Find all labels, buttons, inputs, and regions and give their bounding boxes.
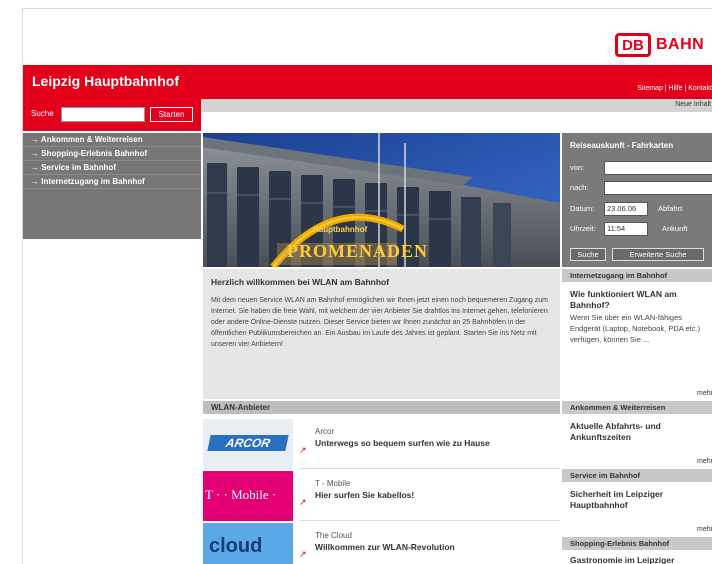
the-cloud-logo: cloud (203, 523, 293, 564)
nav-item-service[interactable]: → Service im Bahnhof (23, 161, 201, 175)
internet-title[interactable]: Wie funktioniert WLAN am Bahnhof? (570, 289, 705, 311)
provider-tagline[interactable]: Willkommen zur WLAN-Revolution (315, 542, 455, 552)
nav-item-internet[interactable]: → Internetzugang im Bahnhof (23, 175, 201, 189)
search-input[interactable] (61, 107, 145, 122)
sub-navigation-bar: Neue Inhalt (201, 99, 712, 112)
service-title[interactable]: Sicherheit im Leipziger Hauptbahnhof (570, 489, 705, 511)
arrive-label[interactable]: Ankunft (662, 224, 687, 233)
arrival-heading: Ankommen & Weiterreisen (562, 401, 712, 414)
browser-page: DB BAHN Leipzig Hauptbahnhof Sitemap | H… (22, 8, 712, 564)
internet-heading: Internetzugang im Bahnhof (562, 269, 712, 282)
shopping-title[interactable]: Gastronomie im Leipziger (570, 555, 705, 564)
more-link[interactable]: mehr (697, 458, 712, 465)
arcor-logo: ARCOR (203, 419, 293, 469)
hero-sign-small: Hauptbahnhof (313, 225, 368, 234)
internet-text: Wenn Sie über ein WLAN-fähiges Endgerät … (570, 313, 701, 344)
provider-tagline[interactable]: Hier surfen Sie kabellos! (315, 490, 414, 500)
provider-tmobile[interactable]: T · · Mobile · ↗ T - Mobile Hier surfen … (203, 471, 560, 521)
shopping-box: Gastronomie im Leipziger (562, 551, 712, 564)
time-label: Uhrzeit: (570, 224, 596, 233)
depart-label[interactable]: Abfahrt (658, 204, 682, 213)
welcome-body: Mit dem neuen Service WLAN am Bahnhof er… (211, 297, 548, 348)
more-link[interactable]: mehr (697, 526, 712, 533)
search-block: Suche Starten (23, 99, 201, 131)
db-logo-box: DB (615, 33, 651, 57)
to-label: nach: (570, 183, 589, 192)
bahn-wordmark: BAHN (656, 36, 705, 53)
hero-station-image: Hauptbahnhof PROMENADEN (203, 133, 560, 267)
from-label: von: (570, 163, 585, 172)
date-input[interactable]: 23.06.06 (604, 202, 648, 216)
page-title: Leipzig Hauptbahnhof (32, 73, 179, 89)
the-cloud-logo-text: cloud (209, 535, 263, 557)
tmobile-logo: T · · Mobile · (203, 471, 293, 521)
more-link[interactable]: mehr (697, 390, 712, 397)
new-content-link[interactable]: Neue Inhalt (675, 101, 711, 108)
left-navigation: → Ankommen & Weiterreisen → Shopping-Erl… (23, 133, 201, 239)
travel-title: Reiseauskunft - Fahrkarten (570, 141, 674, 150)
travel-query-box: Reiseauskunft - Fahrkarten von: nach: Da… (562, 133, 712, 267)
divider (299, 468, 560, 469)
from-input[interactable] (604, 161, 712, 175)
provider-arcor[interactable]: ARCOR ↗ Arcor Unterwegs so bequem surfen… (203, 419, 560, 469)
shopping-heading: Shopping-Erlebnis Bahnhof (562, 537, 712, 550)
arcor-logo-text: ARCOR (207, 435, 289, 451)
provider-name: T - Mobile (315, 479, 351, 488)
service-heading: Service im Bahnhof (562, 469, 712, 482)
arrival-box: Aktuelle Abfahrts- und Ankunftszeiten me… (562, 415, 712, 469)
welcome-title: Herzlich willkommen bei WLAN am Bahnhof (211, 277, 390, 287)
provider-tagline[interactable]: Unterwegs so bequem surfen wie zu Hause (315, 438, 490, 448)
providers-heading: WLAN-Anbieter (203, 401, 560, 414)
travel-search-button[interactable]: Suche (570, 248, 606, 261)
arrow-icon: ↗ (299, 549, 307, 559)
arrow-icon: ↗ (299, 497, 307, 507)
service-box: Sicherheit im Leipziger Hauptbahnhof meh… (562, 483, 712, 537)
divider (299, 520, 560, 521)
internet-box: Wie funktioniert WLAN am Bahnhof? Wenn S… (562, 283, 712, 401)
search-label: Suche (31, 109, 54, 118)
arrival-title[interactable]: Aktuelle Abfahrts- und Ankunftszeiten (570, 421, 705, 443)
arrow-icon: ↗ (299, 445, 307, 455)
nav-item-arrival[interactable]: → Ankommen & Weiterreisen (23, 133, 201, 147)
welcome-box: Herzlich willkommen bei WLAN am Bahnhof … (203, 269, 560, 399)
provider-the-cloud[interactable]: cloud ↗ The Cloud Willkommen zur WLAN-Re… (203, 523, 560, 564)
provider-name: Arcor (315, 427, 335, 436)
advanced-search-button[interactable]: Erweiterte Suche (612, 248, 704, 261)
search-start-button[interactable]: Starten (150, 107, 193, 122)
nav-item-shopping[interactable]: → Shopping-Erlebnis Bahnhof (23, 147, 201, 161)
to-input[interactable] (604, 181, 712, 195)
provider-name: The Cloud (315, 531, 352, 540)
time-input[interactable]: 11:54 (604, 222, 648, 236)
date-label: Datum: (570, 204, 595, 213)
tmobile-logo-text: T · · Mobile · (205, 487, 277, 502)
utility-links[interactable]: Sitemap | Hilfe | Kontakt (637, 85, 712, 92)
db-bahn-logo[interactable]: DB BAHN (615, 33, 704, 57)
hero-sign-big: PROMENADEN (287, 241, 428, 261)
